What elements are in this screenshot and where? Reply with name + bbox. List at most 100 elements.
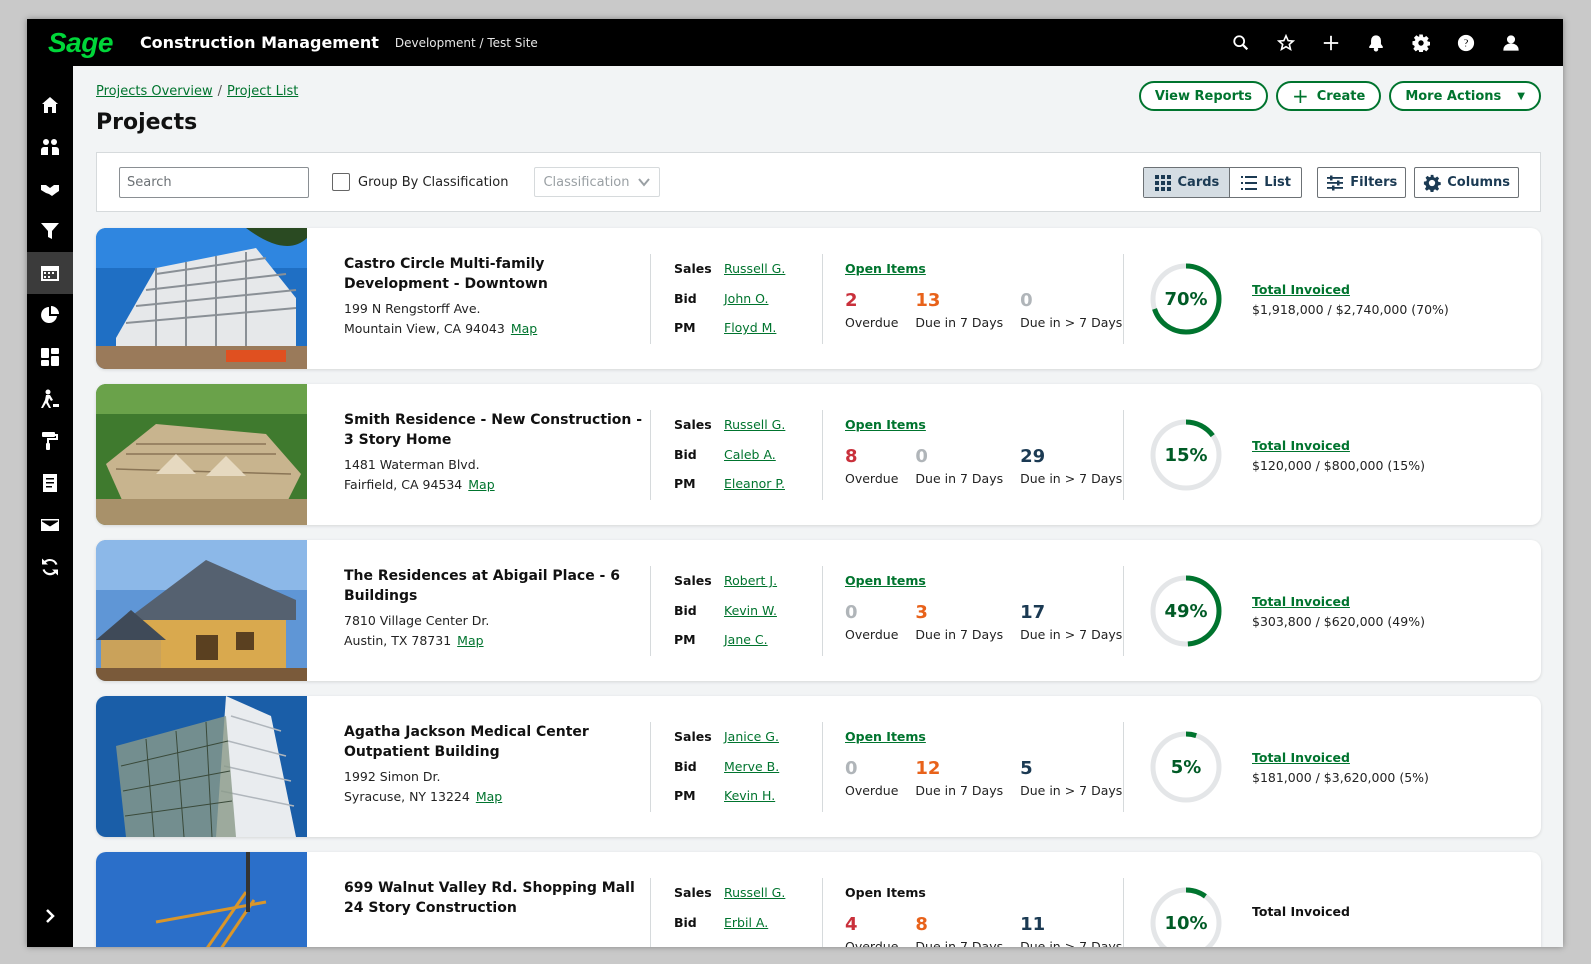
divider: [822, 410, 823, 500]
project-title[interactable]: 699 Walnut Valley Rd. Shopping Mall 24 S…: [344, 878, 644, 918]
project-title[interactable]: Castro Circle Multi-family Development -…: [344, 254, 644, 294]
pm-person-link[interactable]: Jane C.: [724, 632, 768, 662]
list-view-button[interactable]: List: [1229, 168, 1301, 197]
due7-stat: 12 Due in 7 Days: [915, 758, 1003, 798]
bid-person-link[interactable]: Erbil A.: [724, 915, 768, 945]
map-link[interactable]: Map: [468, 477, 494, 492]
due7-label: Due in 7 Days: [915, 627, 1004, 642]
star-icon[interactable]: [1263, 19, 1308, 66]
project-card[interactable]: The Residences at Abigail Place - 6 Buil…: [96, 540, 1541, 681]
project-card[interactable]: Castro Circle Multi-family Development -…: [96, 228, 1541, 369]
sales-person-link[interactable]: Russell G.: [724, 261, 785, 291]
pie-chart-icon[interactable]: [27, 294, 73, 336]
project-team: Sales Russell G. Bid John O. PM Floyd M.: [674, 261, 785, 350]
bid-person-link[interactable]: Caleb A.: [724, 447, 776, 477]
sage-logo[interactable]: Sage: [48, 27, 113, 59]
divider: [1123, 878, 1124, 947]
search-icon[interactable]: [1218, 19, 1263, 66]
open-items: Open Items 4 Overdue 8 Due in 7 Days 11 Due…: [845, 885, 1122, 947]
sales-person-link[interactable]: Robert J.: [724, 573, 777, 603]
due7-stat: 13 Due in 7 Days: [915, 290, 1003, 330]
breadcrumb-project-list[interactable]: Project List: [227, 84, 298, 99]
open-items-link[interactable]: Open Items: [845, 261, 1115, 276]
home-icon[interactable]: [27, 84, 73, 126]
chevron-right-icon[interactable]: [27, 901, 73, 931]
overdue-stat: 2 Overdue: [845, 290, 898, 330]
pm-person-link[interactable]: Kevin H.: [724, 788, 775, 818]
pm-person-link[interactable]: Eleanor P.: [724, 476, 785, 506]
gear-icon[interactable]: [1398, 19, 1443, 66]
divider: [1123, 722, 1124, 812]
classification-select[interactable]: Classification: [534, 167, 661, 197]
project-card[interactable]: 699 Walnut Valley Rd. Shopping Mall 24 S…: [96, 852, 1541, 947]
columns-label: Columns: [1447, 175, 1510, 190]
sales-person-link[interactable]: Russell G.: [724, 417, 785, 447]
bid-person-link[interactable]: John O.: [724, 291, 768, 321]
project-title[interactable]: Agatha Jackson Medical Center Outpatient…: [344, 722, 644, 762]
map-link[interactable]: Map: [476, 789, 502, 804]
dashboard-icon[interactable]: [27, 336, 73, 378]
funnel-icon[interactable]: [27, 210, 73, 252]
sales-person-link[interactable]: Janice G.: [724, 729, 779, 759]
project-photo: [96, 540, 307, 681]
map-link[interactable]: Map: [511, 321, 537, 336]
user-icon[interactable]: [1488, 19, 1533, 66]
open-items-link[interactable]: Open Items: [845, 573, 1115, 588]
paint-roller-icon[interactable]: [27, 420, 73, 462]
group-by-classification-checkbox[interactable]: Group By Classification: [332, 173, 508, 191]
project-title[interactable]: The Residences at Abigail Place - 6 Buil…: [344, 566, 644, 606]
total-invoiced-link[interactable]: Total Invoiced: [1252, 904, 1350, 919]
more-actions-button[interactable]: More Actions ▼: [1389, 81, 1541, 111]
create-button[interactable]: + Create: [1275, 81, 1382, 111]
cards-view-button[interactable]: Cards: [1143, 168, 1230, 197]
worker-icon[interactable]: [27, 378, 73, 420]
total-invoiced-link[interactable]: Total Invoiced: [1252, 750, 1429, 765]
total-invoiced-link[interactable]: Total Invoiced: [1252, 438, 1425, 453]
total-invoiced-link[interactable]: Total Invoiced: [1252, 282, 1449, 297]
view-reports-button[interactable]: View Reports: [1138, 81, 1268, 111]
sales-person-link[interactable]: Russell G.: [724, 885, 785, 915]
bid-person-link[interactable]: Merve B.: [724, 759, 779, 789]
divider: [822, 878, 823, 947]
open-items-link[interactable]: Open Items: [845, 885, 1115, 900]
due-gt7-label: Due in > 7 Days: [1020, 315, 1123, 330]
overdue-stat: 0 Overdue: [845, 602, 898, 642]
sales-role: Sales: [674, 573, 712, 588]
view-toggle: Cards List: [1142, 167, 1302, 198]
due7-stat: 0 Due in 7 Days: [915, 446, 1003, 486]
map-link[interactable]: Map: [457, 633, 483, 648]
divider: [650, 878, 651, 947]
project-card[interactable]: Agatha Jackson Medical Center Outpatient…: [96, 696, 1541, 837]
sales-role: Sales: [674, 417, 712, 432]
classification-label: Classification: [543, 174, 630, 190]
open-items-link[interactable]: Open Items: [845, 417, 1115, 432]
site-name[interactable]: Development / Test Site: [395, 36, 538, 50]
total-invoiced-link[interactable]: Total Invoiced: [1252, 594, 1425, 609]
open-items-link[interactable]: Open Items: [845, 729, 1115, 744]
search-input[interactable]: [119, 166, 309, 198]
handshake-icon[interactable]: [27, 168, 73, 210]
mail-icon[interactable]: [27, 504, 73, 546]
progress-gauge: 70%: [1149, 262, 1223, 336]
address-line-2: Austin, TX 78731 Map: [344, 631, 644, 651]
bell-icon[interactable]: [1353, 19, 1398, 66]
team-row-sales: Sales Janice G.: [674, 729, 779, 759]
project-address: 1992 Simon Dr. Syracuse, NY 13224 Map: [344, 767, 644, 807]
sync-icon[interactable]: [27, 546, 73, 588]
plus-icon[interactable]: [1308, 19, 1353, 66]
project-card[interactable]: Smith Residence - New Construction - 3 S…: [96, 384, 1541, 525]
breadcrumb-projects-overview[interactable]: Projects Overview: [96, 84, 213, 99]
team-icon[interactable]: [27, 126, 73, 168]
filters-button[interactable]: Filters: [1317, 167, 1407, 198]
pm-person-link[interactable]: Floyd M.: [724, 320, 776, 350]
calendar-icon[interactable]: [27, 252, 73, 294]
bid-person-link[interactable]: Kevin W.: [724, 603, 777, 633]
due-gt7-count: 17: [1020, 602, 1046, 623]
progress-gauge: 15%: [1149, 418, 1223, 492]
help-icon[interactable]: ?: [1443, 19, 1488, 66]
project-title[interactable]: Smith Residence - New Construction - 3 S…: [344, 410, 644, 450]
checkbox-box[interactable]: [332, 173, 350, 191]
columns-button[interactable]: Columns: [1414, 167, 1519, 198]
address-city: Fairfield, CA 94534: [344, 477, 463, 492]
document-icon[interactable]: [27, 462, 73, 504]
